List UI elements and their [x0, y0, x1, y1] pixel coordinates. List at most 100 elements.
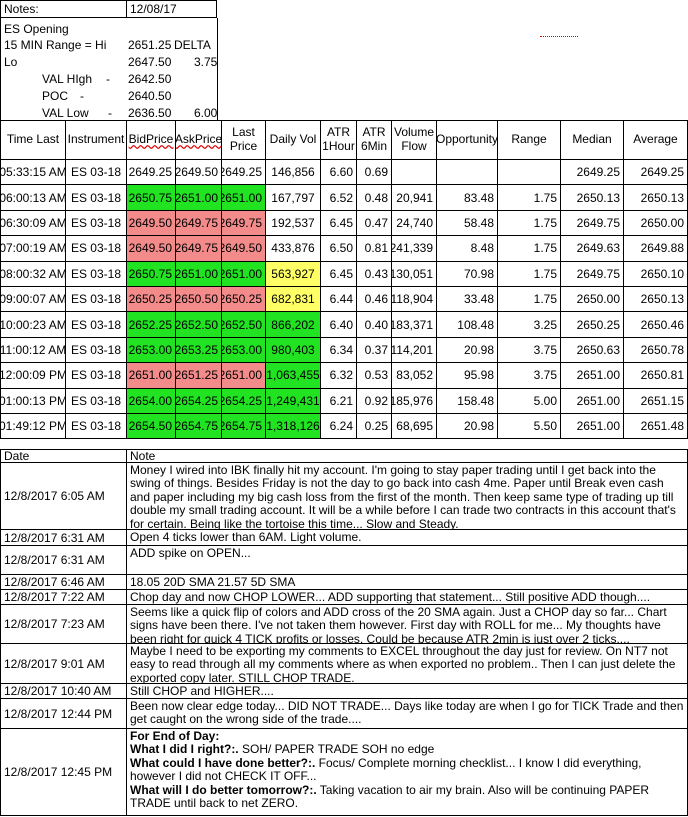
cell-opportunity[interactable]: 20.98 [437, 337, 498, 364]
cell-daily-vol[interactable]: 146,856 [266, 160, 321, 186]
cell-atr-1hour[interactable]: 6.21 [321, 388, 357, 414]
cell-last-price[interactable]: 2649.25 [222, 160, 266, 186]
cell-range[interactable]: 1.75 [498, 261, 561, 287]
header-bid-price[interactable]: BidPrice [127, 120, 176, 160]
cell-bid-price[interactable]: 2650.75 [127, 185, 176, 211]
cell-last-price[interactable]: 2651.00 [222, 261, 266, 287]
note-text[interactable]: Open 4 ticks lower than 6AM. Light volum… [127, 530, 688, 546]
lo-value[interactable]: 2647.50 [128, 55, 171, 69]
cell-instrument[interactable]: ES 03-18 [66, 287, 127, 313]
cell-last-price[interactable]: 2651.00 [222, 363, 266, 389]
notes-header-date[interactable]: Date [0, 449, 127, 463]
cell-volume-flow[interactable]: 68,695 [392, 414, 437, 440]
cell-volume-flow[interactable]: 130,051 [392, 261, 437, 287]
val-high-value[interactable]: 2642.50 [128, 72, 171, 86]
cell-atr-1hour[interactable]: 6.52 [321, 185, 357, 211]
cell-opportunity[interactable]: 108.48 [437, 312, 498, 338]
cell-ask-price[interactable]: 2654.25 [176, 388, 222, 414]
note-text[interactable]: Money I wired into IBK finally hit my ac… [127, 463, 688, 530]
poc-label[interactable]: POC [42, 89, 68, 103]
val-low-value[interactable]: 2636.50 [128, 106, 171, 120]
cell-atr-6min[interactable]: 0.69 [357, 160, 392, 186]
cell-range[interactable]: 1.75 [498, 210, 561, 237]
cell-median[interactable]: 2649.25 [561, 160, 624, 186]
cell-instrument[interactable]: ES 03-18 [66, 312, 127, 338]
cell-opportunity[interactable]: 95.98 [437, 363, 498, 389]
cell-bid-price[interactable]: 2654.50 [127, 414, 176, 440]
cell-range[interactable]: 5.00 [498, 388, 561, 414]
cell-instrument[interactable]: ES 03-18 [66, 261, 127, 287]
cell-time-last[interactable]: 01:49:12 PM [0, 414, 66, 440]
range-label[interactable]: 15 MIN Range = Hi [4, 38, 106, 52]
cell-atr-1hour[interactable]: 6.34 [321, 337, 357, 364]
cell-last-price[interactable]: 2651.00 [222, 185, 266, 211]
cell-atr-6min[interactable]: 0.47 [357, 210, 392, 237]
cell-last-price[interactable]: 2653.00 [222, 337, 266, 364]
cell-atr-6min[interactable]: 0.37 [357, 337, 392, 364]
cell-bid-price[interactable]: 2649.50 [127, 236, 176, 262]
cell-bid-price[interactable]: 2649.25 [127, 160, 176, 186]
cell-range[interactable]: 5.50 [498, 414, 561, 440]
cell-ask-price[interactable]: 2652.50 [176, 312, 222, 338]
cell-bid-price[interactable]: 2650.25 [127, 287, 176, 313]
cell-time-last[interactable]: 01:00:13 PM [0, 388, 66, 414]
cell-volume-flow[interactable]: 185,976 [392, 388, 437, 414]
delta-value[interactable]: 3.75 [194, 55, 217, 69]
cell-atr-1hour[interactable]: 6.40 [321, 312, 357, 338]
cell-median[interactable]: 2649.75 [561, 261, 624, 287]
es-opening-label[interactable]: ES Opening [4, 22, 69, 36]
cell-opportunity[interactable]: 83.48 [437, 185, 498, 211]
cell-average[interactable]: 2650.10 [624, 261, 688, 287]
cell-atr-6min[interactable]: 0.81 [357, 236, 392, 262]
note-date[interactable]: 12/8/2017 6:05 AM [0, 463, 127, 530]
cell-bid-price[interactable]: 2650.75 [127, 261, 176, 287]
cell-bid-price[interactable]: 2651.00 [127, 363, 176, 389]
header-ask-price[interactable]: AskPrice [176, 120, 222, 160]
cell-last-price[interactable]: 2649.50 [222, 236, 266, 262]
header-volume-flow[interactable]: Volume Flow [392, 120, 437, 160]
note-text[interactable]: Seems like a quick flip of colors and AD… [127, 605, 688, 644]
cell-last-price[interactable]: 2652.50 [222, 312, 266, 338]
cell-ask-price[interactable]: 2653.25 [176, 337, 222, 364]
cell-median[interactable]: 2649.63 [561, 236, 624, 262]
range-hi[interactable]: 2651.25 [128, 38, 171, 52]
note-text[interactable]: Still CHOP and HIGHER.... [127, 684, 688, 699]
cell-median[interactable]: 2650.63 [561, 337, 624, 364]
cell-median[interactable]: 2649.75 [561, 210, 624, 237]
cell-instrument[interactable]: ES 03-18 [66, 236, 127, 262]
val-low-extra[interactable]: 6.00 [194, 106, 217, 120]
cell-opportunity[interactable] [437, 160, 498, 186]
val-low-label[interactable]: VAL Low [42, 106, 89, 120]
cell-ask-price[interactable]: 2654.75 [176, 414, 222, 440]
cell-time-last[interactable]: 06:00:13 AM [0, 185, 66, 211]
cell-time-last[interactable]: 05:33:15 AM [0, 160, 66, 186]
note-date[interactable]: 12/8/2017 6:46 AM [0, 575, 127, 590]
cell-time-last[interactable]: 09:00:07 AM [0, 287, 66, 313]
cell-average[interactable]: 2650.81 [624, 363, 688, 389]
cell-ask-price[interactable]: 2651.00 [176, 261, 222, 287]
cell-range[interactable]: 3.25 [498, 312, 561, 338]
cell-opportunity[interactable]: 70.98 [437, 261, 498, 287]
notes-label[interactable]: Notes: [0, 0, 127, 18]
lo-label[interactable]: Lo [4, 55, 17, 69]
cell-atr-1hour[interactable]: 6.24 [321, 414, 357, 440]
header-daily-vol[interactable]: Daily Vol [266, 120, 321, 160]
header-atr-6min[interactable]: ATR 6Min [357, 120, 392, 160]
cell-atr-6min[interactable]: 0.92 [357, 388, 392, 414]
cell-median[interactable]: 2650.00 [561, 287, 624, 313]
notes-date[interactable]: 12/08/17 [127, 0, 217, 18]
cell-ask-price[interactable]: 2649.75 [176, 210, 222, 237]
cell-daily-vol[interactable]: 1,249,431 [266, 388, 321, 414]
cell-daily-vol[interactable]: 563,927 [266, 261, 321, 287]
cell-atr-1hour[interactable]: 6.60 [321, 160, 357, 186]
cell-atr-6min[interactable]: 0.48 [357, 185, 392, 211]
cell-bid-price[interactable]: 2652.25 [127, 312, 176, 338]
cell-bid-price[interactable]: 2654.00 [127, 388, 176, 414]
cell-atr-6min[interactable]: 0.43 [357, 261, 392, 287]
cell-range[interactable] [498, 160, 561, 186]
cell-range[interactable]: 1.75 [498, 185, 561, 211]
cell-ask-price[interactable]: 2651.25 [176, 363, 222, 389]
poc-value[interactable]: 2640.50 [128, 89, 171, 103]
cell-opportunity[interactable]: 20.98 [437, 414, 498, 440]
cell-atr-1hour[interactable]: 6.44 [321, 287, 357, 313]
